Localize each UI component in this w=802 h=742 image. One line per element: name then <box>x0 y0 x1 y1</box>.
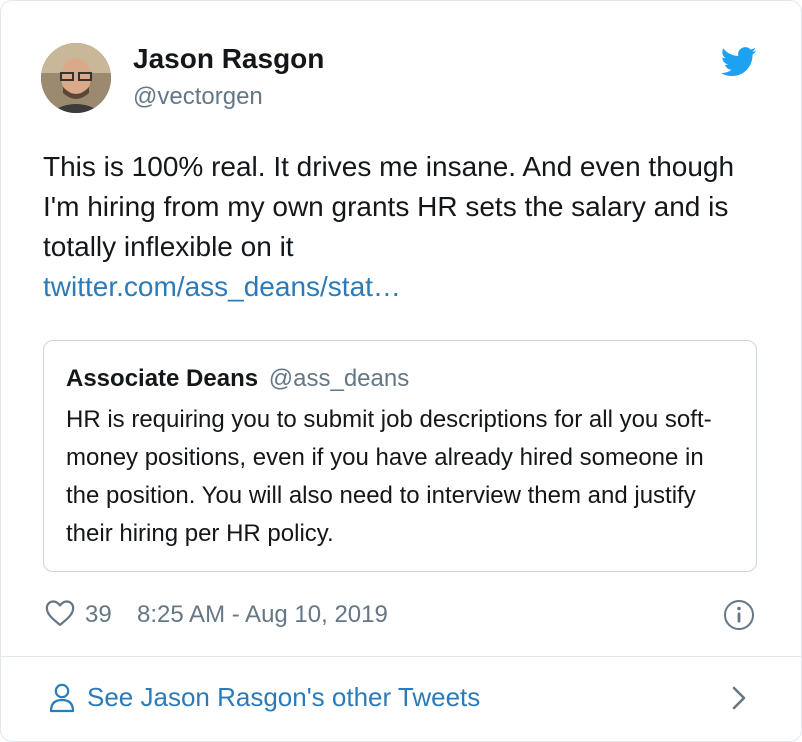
timestamp[interactable]: 8:25 AM - Aug 10, 2019 <box>137 601 388 629</box>
twitter-bird-icon[interactable] <box>721 47 757 77</box>
tweet-body: This is 100% real. It drives me insane. … <box>43 147 763 307</box>
avatar[interactable] <box>41 43 111 113</box>
info-icon[interactable] <box>723 599 755 631</box>
quoted-author-name: Associate Deans <box>66 365 259 392</box>
see-other-tweets-label[interactable]: See Jason Rasgon's other Tweets <box>87 682 480 713</box>
tweet-link[interactable]: twitter.com/ass_deans/stat… <box>43 267 763 307</box>
author-handle[interactable]: @vectorgen <box>133 83 263 111</box>
quoted-author-handle: @ass_deans <box>268 365 410 392</box>
quoted-tweet[interactable]: Associate Deans @ass_deans HR is requiri… <box>43 340 757 572</box>
quoted-tweet-header: Associate Deans @ass_deans <box>66 365 409 393</box>
person-icon <box>49 683 75 713</box>
like-count[interactable]: 39 <box>85 601 112 629</box>
chevron-right-icon[interactable] <box>729 683 749 713</box>
tweet-footer: 39 8:25 AM - Aug 10, 2019 <box>43 595 763 635</box>
quoted-tweet-text: HR is requiring you to submit job descri… <box>66 406 712 547</box>
heart-icon[interactable] <box>45 599 75 627</box>
see-other-tweets-link[interactable]: See Jason Rasgon's other Tweets <box>1 657 801 741</box>
tweet-text: This is 100% real. It drives me insane. … <box>43 151 735 262</box>
author-name[interactable]: Jason Rasgon <box>133 43 324 75</box>
tweet-card: Jason Rasgon @vectorgen This is 100% rea… <box>0 0 802 742</box>
